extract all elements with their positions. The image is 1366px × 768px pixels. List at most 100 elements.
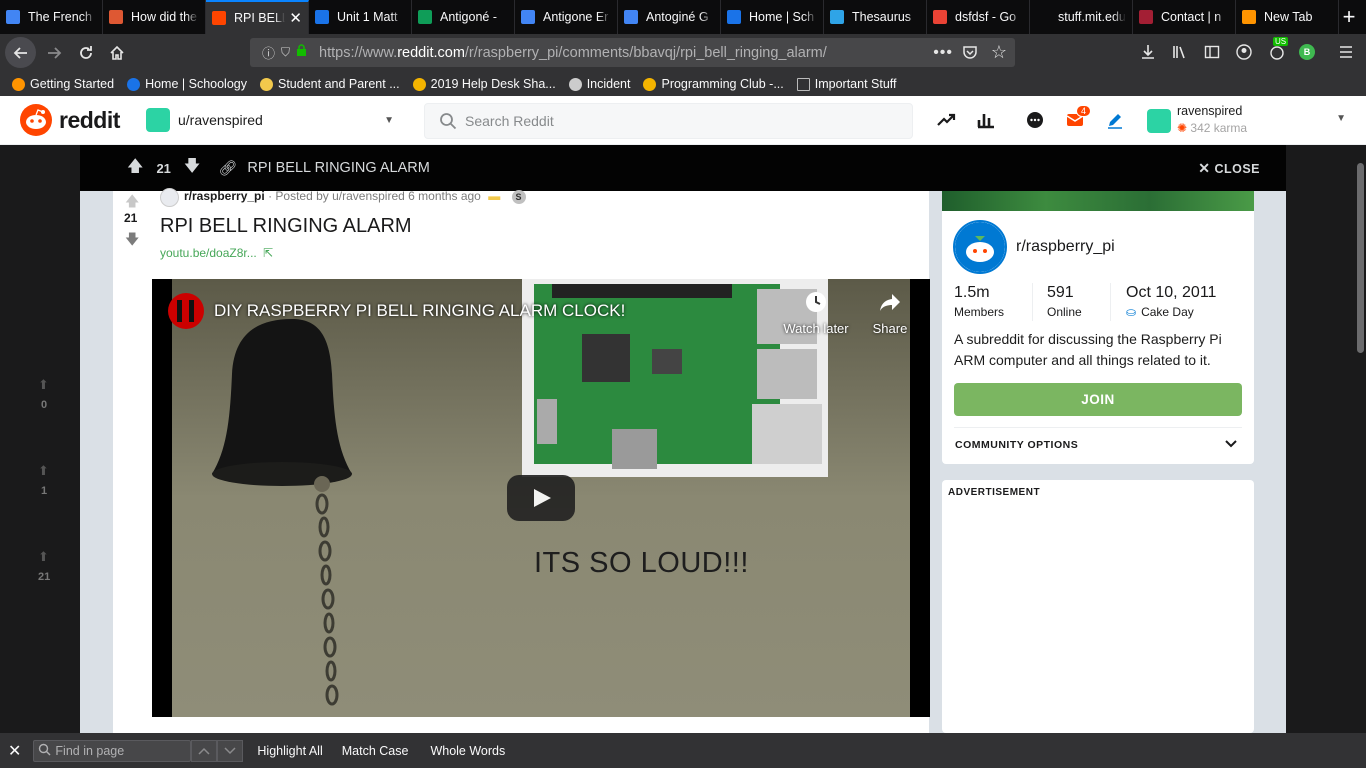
bookmark-item[interactable]: Getting Started [12, 77, 114, 91]
bg-upvote-icon: ⬆ [38, 549, 49, 564]
account-button[interactable] [1234, 42, 1254, 62]
browser-tab[interactable]: Antigoné - [412, 0, 515, 34]
community-name[interactable]: r/raspberry_pi [1016, 238, 1115, 256]
post-external-link[interactable]: youtu.be/doaZ8r... ⇱ [160, 246, 273, 260]
scrollbar-thumb[interactable] [1357, 163, 1364, 353]
google-icon [933, 10, 947, 24]
browser-tab[interactable]: How did the [103, 0, 206, 34]
new-tab-button[interactable]: + [1332, 0, 1366, 34]
search-input[interactable]: Search Reddit [424, 103, 913, 139]
youtube-video-player[interactable]: DIY RASPBERRY PI BELL RINGING ALARM CLOC… [152, 279, 930, 717]
post-author-info[interactable]: · Posted by u/ravenspired 6 months ago [268, 189, 481, 203]
play-button[interactable] [507, 475, 575, 521]
browser-tab[interactable]: Thesaurus [824, 0, 927, 34]
find-close-icon[interactable]: ✕ [8, 741, 21, 761]
post-downvote-icon[interactable]: 🡇 [125, 229, 139, 253]
whole-words-toggle[interactable]: Whole Words [430, 744, 505, 758]
community-options-toggle[interactable]: COMMUNITY OPTIONS [955, 434, 1243, 456]
tab-label: New Tab [1264, 10, 1313, 24]
post-score: 21 [124, 211, 138, 225]
vpn-extension-button[interactable]: US [1265, 37, 1289, 64]
browser-tab[interactable]: Antoginé G [618, 0, 721, 34]
reload-icon [80, 46, 92, 59]
award-icon: ▬ [488, 189, 501, 203]
chat-button[interactable] [1025, 110, 1045, 135]
account-karma: ✺ 342 karma [1177, 121, 1247, 135]
browser-tab[interactable]: The French [0, 0, 103, 34]
forward-button[interactable] [42, 41, 66, 65]
downloads-button[interactable] [1138, 42, 1158, 62]
bookmark-item[interactable]: Home | Schoology [127, 77, 247, 91]
post-subreddit-link[interactable]: r/raspberry_pi [184, 189, 265, 203]
browser-tab[interactable]: stuff.mit.edu/af [1030, 0, 1133, 34]
mail-button[interactable]: 4 [1065, 105, 1092, 135]
browser-tab[interactable]: Antigone Er [515, 0, 618, 34]
close-tab-icon[interactable]: ✕ [289, 9, 302, 27]
scrollbar-track[interactable] [1355, 145, 1366, 733]
reddit-header: reddit u/ravenspired ▼ Search Reddit 4 r… [0, 96, 1366, 145]
pocket-icon[interactable] [961, 43, 979, 65]
url-path: /r/raspberry_pi/comments/bbavqj/rpi_bell… [464, 44, 827, 61]
bg-score-0: 0 [41, 399, 48, 411]
bookmark-item[interactable]: Important Stuff [796, 77, 897, 91]
library-icon [1173, 46, 1185, 59]
user-account-menu[interactable]: ravenspired ✺ 342 karma ▼ [1147, 104, 1352, 137]
browser-tab[interactable]: Home | Sch [721, 0, 824, 34]
account-username: ravenspired [1177, 104, 1243, 118]
post-link-text: youtu.be/doaZ8r... [160, 246, 257, 260]
info-icon[interactable]: ⓘ [262, 43, 275, 62]
match-case-toggle[interactable]: Match Case [342, 744, 409, 758]
home-button[interactable] [105, 41, 129, 65]
trending-icon [937, 113, 956, 126]
reload-button[interactable] [74, 41, 98, 65]
channel-avatar-icon[interactable] [168, 293, 204, 329]
share-button[interactable]: Share [866, 291, 914, 336]
modal-upvote-icon[interactable]: 🡅 [127, 155, 143, 182]
post-title[interactable]: RPI BELL RINGING ALARM [160, 215, 412, 238]
page-actions-icon[interactable]: ••• [933, 44, 953, 62]
bookmark-item[interactable]: 2019 Help Desk Sha... [412, 77, 556, 91]
library-button[interactable] [1170, 42, 1190, 62]
bookmark-star-icon[interactable]: ☆ [991, 42, 1007, 63]
video-title[interactable]: DIY RASPBERRY PI BELL RINGING ALARM CLOC… [214, 301, 625, 321]
profile-avatar[interactable]: B [1299, 44, 1315, 60]
close-button[interactable]: ✕ CLOSE [1198, 160, 1260, 177]
navigation-toolbar: ⓘ ⛉ https://www. reddit.com/r/raspberry_p… [0, 34, 1366, 72]
watch-later-button[interactable]: Watch later [780, 291, 852, 336]
hamburger-menu-button[interactable] [1336, 42, 1356, 62]
find-next-button[interactable] [217, 739, 244, 762]
all-button[interactable] [976, 110, 996, 135]
browser-tab[interactable]: New Tab [1236, 0, 1339, 34]
cake-day-value: Oct 10, 2011 [1126, 284, 1217, 301]
community-icon[interactable] [953, 220, 1007, 274]
members-stat: 1.5m Members [954, 284, 1004, 319]
browser-tab[interactable]: Contact | n [1133, 0, 1236, 34]
sidebar-icon [1204, 45, 1220, 59]
sidebar-button[interactable] [1202, 42, 1222, 62]
tracking-shield-icon[interactable]: ⛉ [281, 45, 290, 60]
bookmark-item[interactable]: Programming Club -... [643, 77, 784, 91]
browser-tab[interactable]: dsfdsf - Go [927, 0, 1030, 34]
find-search-icon [38, 743, 51, 759]
tab-label: Thesaurus [852, 10, 912, 24]
google-drive-icon [643, 77, 657, 91]
highlight-all-toggle[interactable]: Highlight All [257, 744, 322, 758]
popular-button[interactable] [936, 110, 956, 135]
reddit-logo[interactable]: reddit [20, 104, 120, 136]
modal-downvote-icon[interactable]: 🡇 [184, 155, 200, 182]
modal-title: RPI BELL RINGING ALARM [247, 160, 430, 176]
user-dropdown[interactable]: u/ravenspired ▼ [146, 104, 396, 136]
back-button[interactable] [5, 37, 36, 68]
bookmark-item[interactable]: Student and Parent ... [260, 77, 400, 91]
join-button[interactable]: JOIN [954, 383, 1242, 416]
url-bar[interactable]: ⓘ ⛉ https://www. reddit.com/r/raspberry_p… [250, 38, 1015, 67]
browser-tab[interactable]: Unit 1 Matt [309, 0, 412, 34]
bookmark-item[interactable]: Incident [568, 77, 630, 91]
create-post-button[interactable] [1105, 110, 1125, 135]
subreddit-icon [160, 188, 179, 207]
find-input[interactable]: Find in page [33, 739, 192, 762]
powerschool-icon [260, 77, 273, 91]
modal-top-bar: 🡅 21 🡇 🔗︎ RPI BELL RINGING ALARM ✕ CLOSE [80, 145, 1286, 191]
find-previous-button[interactable] [191, 739, 218, 762]
browser-tab[interactable]: RPI BELL ✕ [206, 0, 309, 34]
